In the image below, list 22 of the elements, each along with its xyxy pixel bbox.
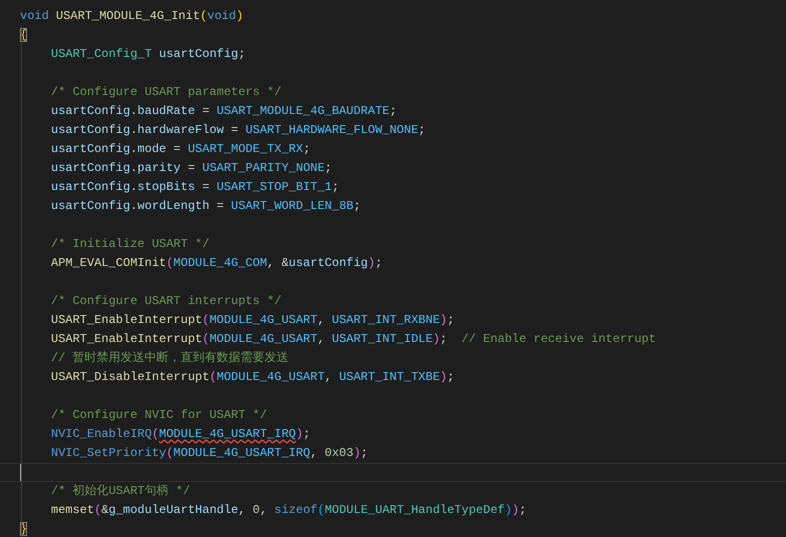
code-line: usartConfig.mode = USART_MODE_TX_RX;	[51, 141, 310, 158]
code-comment: /* Configure USART interrupts */	[51, 293, 282, 310]
code-line: void USART_MODULE_4G_Init(void)	[20, 8, 244, 25]
code-line: usartConfig.hardwareFlow = USART_HARDWARE_FLOW_NONE;	[51, 122, 426, 139]
code-line: {	[20, 27, 28, 44]
code-line: usartConfig.baudRate = USART_MODULE_4G_BAUDRATE;	[51, 103, 397, 120]
code-line: usartConfig.parity = USART_PARITY_NONE;	[51, 160, 332, 177]
code-comment: /* Initialize USART */	[51, 236, 210, 253]
code-line: NVIC_EnableIRQ(MODULE_4G_USART_IRQ);	[51, 426, 310, 443]
code-line: USART_EnableInterrupt(MODULE_4G_USART, USART_INT_RXBNE);	[51, 312, 454, 329]
code-line: USART_Config_T usartConfig;	[51, 46, 246, 63]
code-line: APM_EVAL_COMInit(MODULE_4G_COM, &usartConfig);	[51, 255, 382, 272]
code-line: NVIC_SetPriority(MODULE_4G_USART_IRQ, 0x03);	[51, 445, 368, 462]
code-comment: /* Configure NVIC for USART */	[51, 407, 268, 424]
code-line: usartConfig.wordLength = USART_WORD_LEN_8B;	[51, 198, 361, 215]
code-line: USART_DisableInterrupt(MODULE_4G_USART, USART_INT_TXBE);	[51, 369, 454, 386]
code-comment: // 暂时禁用发送中断，直到有数据需要发送	[51, 350, 289, 367]
code-comment: /* 初始化USART句柄 */	[51, 483, 190, 500]
code-line: memset(&g_moduleUartHandle, 0, sizeof(MODULE_UART_HandleTypeDef));	[51, 502, 526, 519]
code-line: USART_EnableInterrupt(MODULE_4G_USART, USART_INT_IDLE); // Enable receive interrupt	[51, 331, 656, 348]
code-comment: /* Configure USART parameters */	[51, 84, 282, 101]
code-line: usartConfig.stopBits = USART_STOP_BIT_1;	[51, 179, 340, 196]
